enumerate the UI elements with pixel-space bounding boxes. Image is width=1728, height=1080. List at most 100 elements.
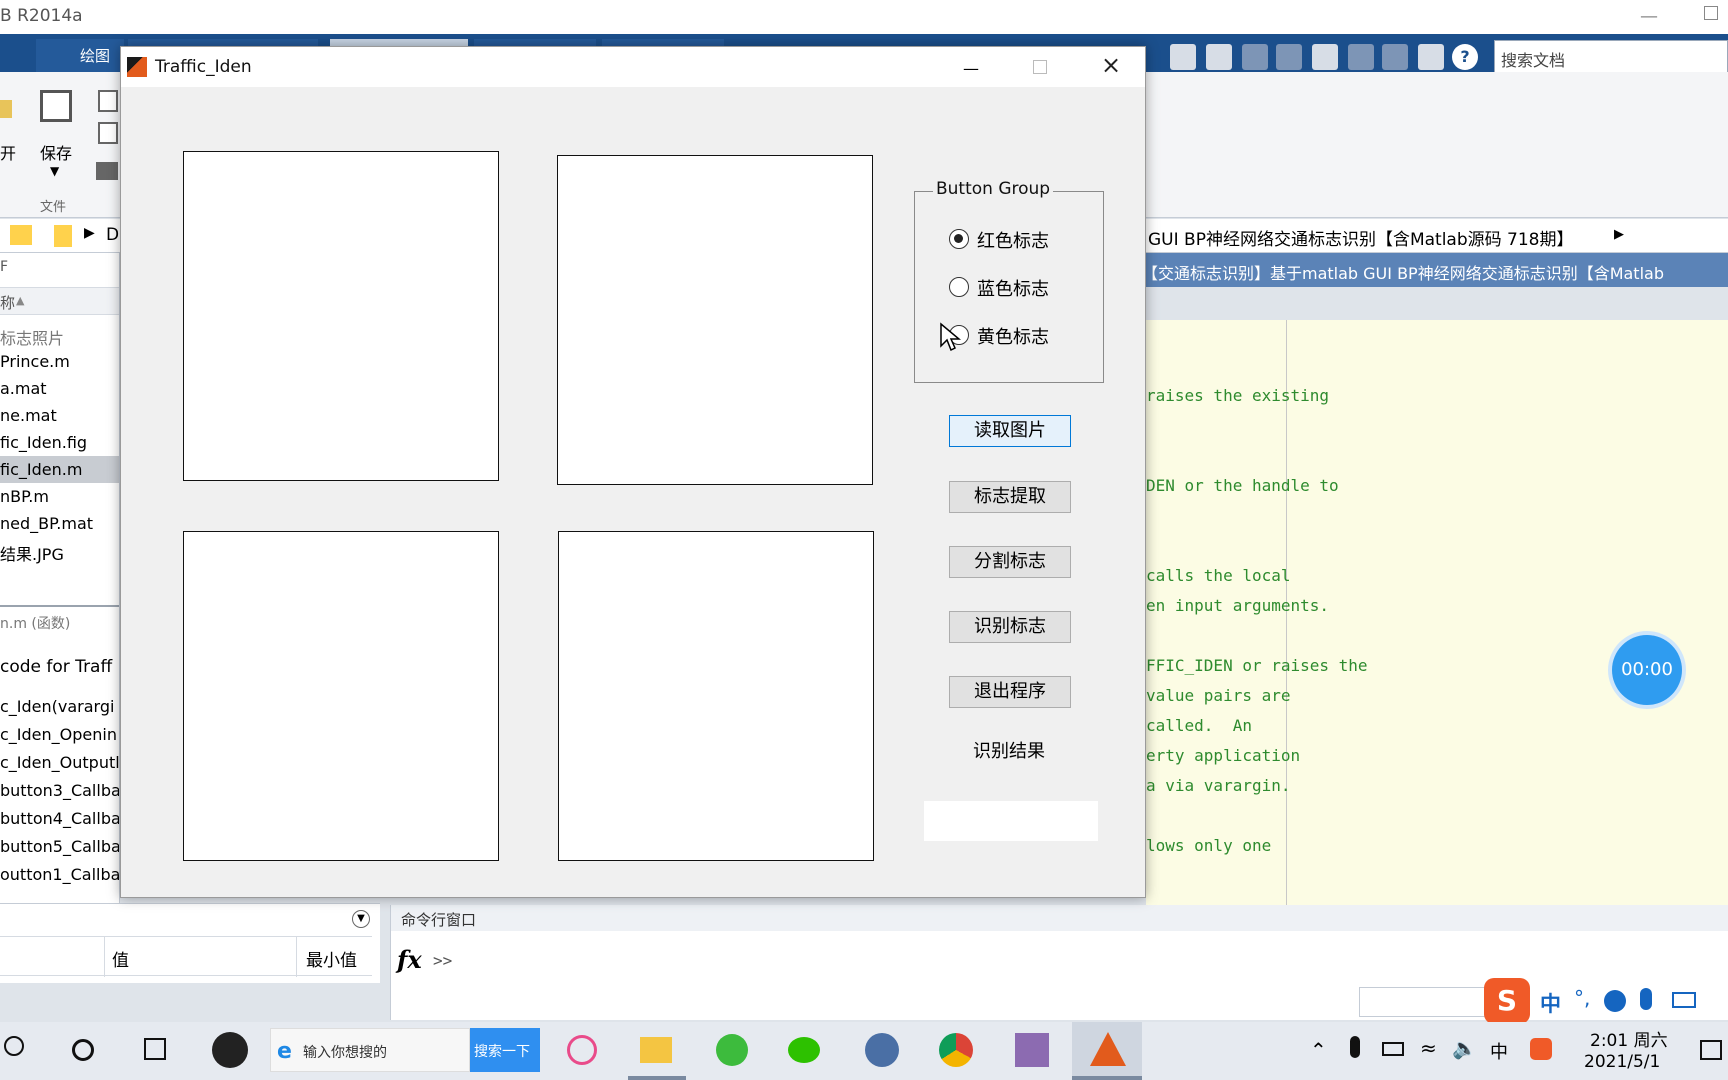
radio-red-sign-label[interactable]: 红色标志 bbox=[977, 227, 1049, 253]
clock-time[interactable]: 2:01 周六 bbox=[1590, 1026, 1668, 1051]
help-icon[interactable]: ? bbox=[1452, 44, 1478, 70]
registry-app-icon[interactable] bbox=[1012, 1030, 1052, 1070]
file-item[interactable]: ned_BP.mat bbox=[0, 514, 93, 533]
file-item[interactable]: fic_Iden.fig bbox=[0, 433, 87, 452]
details-item[interactable]: button5_Callba bbox=[0, 837, 119, 856]
path-left[interactable]: D bbox=[106, 225, 119, 245]
details-item[interactable]: c_Iden(varargi bbox=[0, 697, 114, 716]
axes-2[interactable] bbox=[557, 155, 873, 485]
tab-plots[interactable]: 绘图 bbox=[80, 45, 110, 66]
cortana-icon[interactable] bbox=[72, 1039, 94, 1061]
ime-punct[interactable]: °, bbox=[1574, 986, 1590, 1010]
pinwheel-app-icon[interactable] bbox=[212, 1032, 248, 1068]
open-folder-icon[interactable] bbox=[0, 100, 12, 118]
web-search-box[interactable]: e 输入你想搜的 bbox=[270, 1028, 470, 1072]
emoji-icon[interactable] bbox=[1604, 990, 1626, 1012]
clock-date[interactable]: 2021/5/1 bbox=[1584, 1052, 1660, 1072]
chrome-icon[interactable] bbox=[936, 1030, 976, 1070]
tray-lang[interactable]: 中 bbox=[1490, 1038, 1508, 1064]
name-column-header[interactable]: 称 ▲ bbox=[0, 287, 119, 315]
axes-1[interactable] bbox=[183, 151, 499, 481]
snipping-tool-icon[interactable] bbox=[562, 1030, 602, 1070]
search-icon[interactable] bbox=[4, 1036, 24, 1056]
save-icon[interactable] bbox=[1206, 44, 1232, 70]
show-hidden-icons-icon[interactable]: ⌃ bbox=[1310, 1038, 1327, 1062]
search-docs-input[interactable]: 搜索文档 bbox=[1494, 40, 1728, 74]
figure-close-icon[interactable]: × bbox=[1101, 51, 1121, 79]
browser-icon[interactable] bbox=[712, 1030, 752, 1070]
save-button[interactable]: 保存 bbox=[40, 140, 72, 164]
file-explorer-icon[interactable] bbox=[636, 1030, 676, 1070]
battery-icon[interactable] bbox=[1382, 1042, 1404, 1056]
command-prompt[interactable]: >> bbox=[433, 951, 452, 970]
file-item[interactable]: Prince.m bbox=[0, 352, 70, 371]
timer-bubble[interactable]: 00:00 bbox=[1612, 635, 1682, 705]
exit-program-button[interactable]: 退出程序 bbox=[949, 676, 1071, 708]
axes-4[interactable] bbox=[558, 531, 874, 861]
recognize-sign-button[interactable]: 识别标志 bbox=[949, 611, 1071, 643]
microphone-icon[interactable] bbox=[1640, 988, 1652, 1010]
wifi-icon[interactable]: ≈ bbox=[1420, 1036, 1437, 1060]
read-image-button[interactable]: 读取图片 bbox=[949, 415, 1071, 447]
save-button-icon[interactable] bbox=[40, 90, 72, 122]
minimize-icon[interactable]: — bbox=[1640, 6, 1658, 27]
up-folder-icon[interactable] bbox=[10, 225, 32, 245]
radio-blue-sign-label[interactable]: 蓝色标志 bbox=[977, 275, 1049, 301]
file-item[interactable]: ne.mat bbox=[0, 406, 57, 425]
switch-windows-icon[interactable] bbox=[1418, 44, 1444, 70]
axes-3[interactable] bbox=[183, 531, 499, 861]
task-view-icon[interactable] bbox=[144, 1038, 166, 1060]
sogou-tray-icon[interactable] bbox=[1530, 1038, 1552, 1060]
min-column-label[interactable]: 最小值 bbox=[306, 946, 357, 971]
details-item[interactable]: button3_Callba bbox=[0, 781, 119, 800]
details-item[interactable]: outton1_Callba bbox=[0, 865, 119, 884]
fx-icon[interactable]: fx bbox=[397, 945, 422, 974]
find-files-icon[interactable] bbox=[98, 90, 118, 112]
file-item[interactable]: 结果.JPG bbox=[0, 541, 64, 565]
open-label[interactable]: 开 bbox=[0, 140, 16, 164]
ime-lang[interactable]: 中 bbox=[1540, 988, 1561, 1018]
workspace-menu-icon[interactable]: ▼ bbox=[352, 910, 370, 928]
redo-icon[interactable] bbox=[1382, 44, 1408, 70]
chevron-down-icon[interactable]: ▼ bbox=[50, 164, 59, 178]
web-search-button[interactable]: 搜索一下 bbox=[470, 1028, 540, 1072]
file-item[interactable]: a.mat bbox=[0, 379, 47, 398]
figure-minimize-icon[interactable]: — bbox=[963, 59, 979, 78]
details-item[interactable]: button4_Callba bbox=[0, 809, 119, 828]
details-divider[interactable] bbox=[0, 605, 119, 607]
new-icon[interactable] bbox=[1170, 44, 1196, 70]
figure-titlebar[interactable]: Traffic_Iden — × bbox=[121, 47, 1145, 87]
undo-icon[interactable] bbox=[1348, 44, 1374, 70]
radio-yellow-sign-label[interactable]: 黄色标志 bbox=[977, 323, 1049, 349]
radio-red-sign[interactable] bbox=[949, 229, 969, 249]
radio-blue-sign[interactable] bbox=[949, 277, 969, 297]
editor-pane[interactable]: raises the existing DEN or the handle to… bbox=[1146, 320, 1728, 905]
wechat-icon[interactable] bbox=[784, 1030, 824, 1070]
keyboard-icon[interactable] bbox=[1672, 992, 1696, 1008]
figure-maximize-icon[interactable] bbox=[1033, 60, 1047, 74]
print-icon[interactable] bbox=[96, 162, 118, 180]
path-right[interactable]: GUI BP神经网络交通标志识别【含Matlab源码 718期】 bbox=[1148, 225, 1573, 250]
file-item[interactable]: fic_Iden.m bbox=[0, 460, 82, 479]
value-column-label[interactable]: 值 bbox=[112, 946, 129, 971]
compare-icon[interactable] bbox=[98, 122, 118, 144]
cut-icon[interactable] bbox=[1242, 44, 1268, 70]
segment-sign-button[interactable]: 分割标志 bbox=[949, 546, 1071, 578]
calculator-icon[interactable] bbox=[862, 1030, 902, 1070]
editor-tab-title[interactable]: 【交通标志识别】基于matlab GUI BP神经网络交通标志识别【含Matla… bbox=[1146, 260, 1664, 284]
copy-icon[interactable] bbox=[1276, 44, 1302, 70]
result-field[interactable] bbox=[924, 801, 1098, 841]
details-item[interactable]: c_Iden_Outputl bbox=[0, 753, 119, 772]
matlab-taskbar-item[interactable] bbox=[1072, 1022, 1142, 1080]
file-item[interactable]: 标志照片 bbox=[0, 325, 64, 349]
microphone-tray-icon[interactable] bbox=[1350, 1036, 1360, 1058]
volume-mute-icon[interactable]: 🔈 bbox=[1452, 1036, 1477, 1060]
notification-icon[interactable] bbox=[1700, 1040, 1722, 1060]
details-item[interactable]: c_Iden_Openin bbox=[0, 725, 117, 744]
restore-icon[interactable] bbox=[1704, 6, 1718, 20]
file-item[interactable]: nBP.m bbox=[0, 487, 49, 506]
paste-icon[interactable] bbox=[1312, 44, 1338, 70]
extract-sign-button[interactable]: 标志提取 bbox=[949, 481, 1071, 513]
sogou-logo-icon[interactable]: S bbox=[1484, 978, 1530, 1024]
path-expand-icon[interactable]: ▶ bbox=[1614, 227, 1624, 242]
